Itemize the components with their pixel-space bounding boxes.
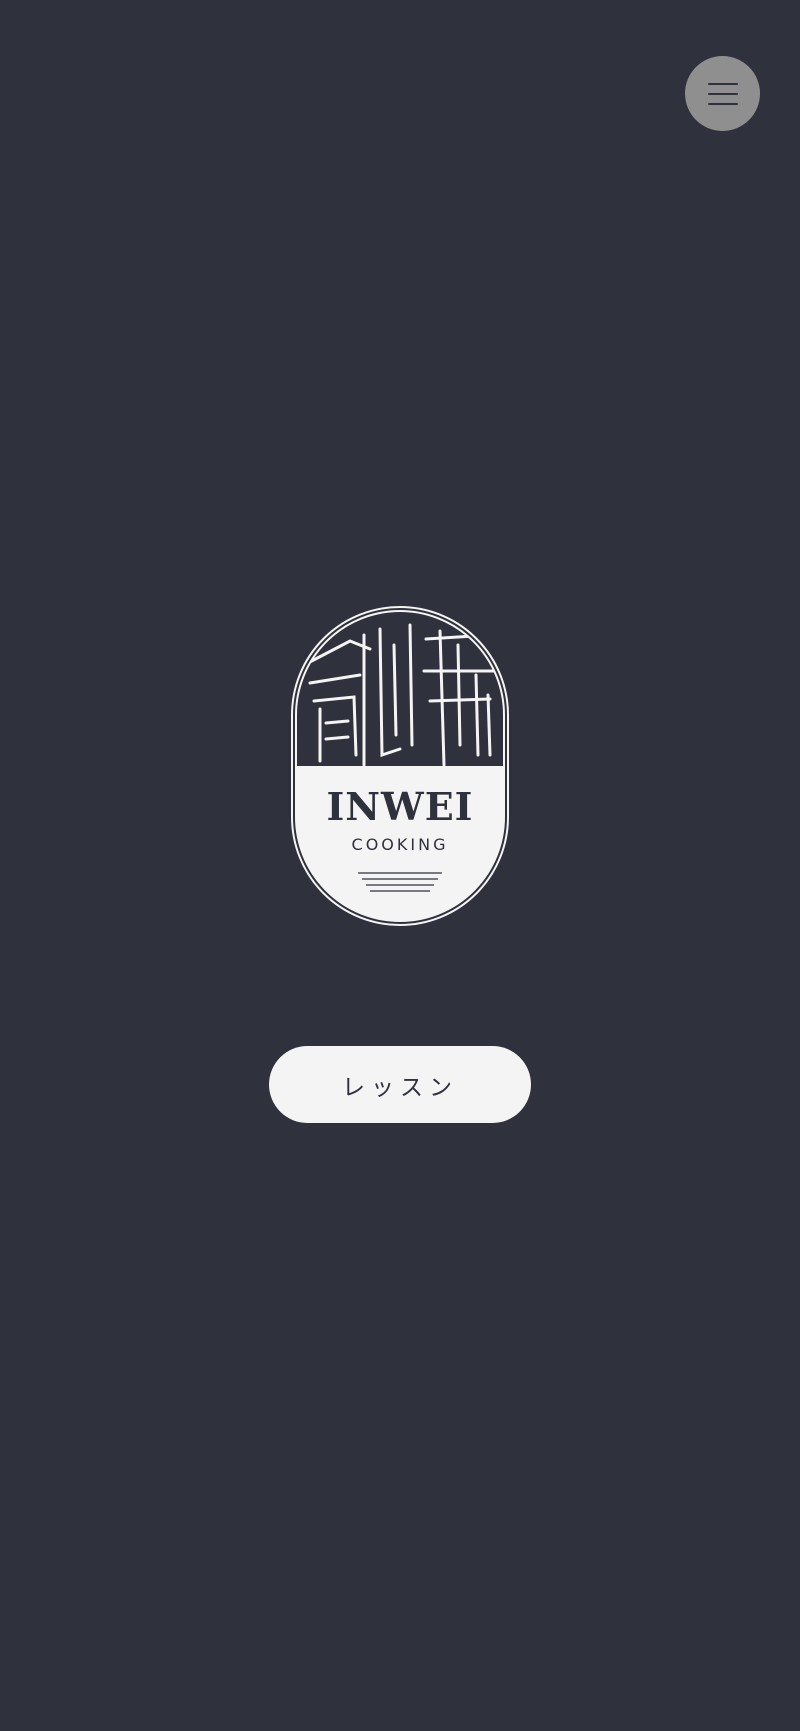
hamburger-menu-icon-bar — [707, 92, 738, 95]
hamburger-menu-icon-bar — [707, 102, 738, 105]
inwei-seal-logo: INWEI COOKING — [291, 606, 509, 926]
logo-subtitle: COOKING — [352, 835, 449, 854]
logo-name: INWEI — [327, 784, 474, 829]
menu-button[interactable] — [685, 56, 760, 131]
lesson-button[interactable]: レッスン — [269, 1046, 531, 1123]
hamburger-menu-icon — [707, 82, 738, 85]
